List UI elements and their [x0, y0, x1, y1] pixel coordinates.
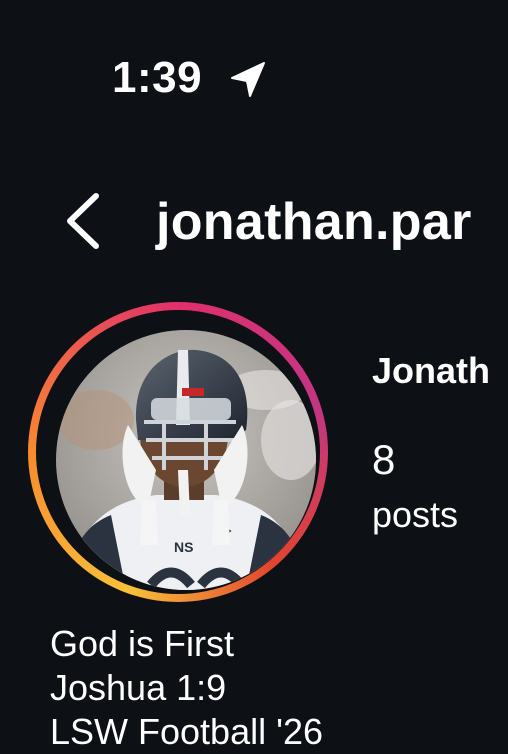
status-bar: 1:39: [0, 0, 508, 150]
avatar[interactable]: NS: [56, 330, 316, 590]
bio: God is First Joshua 1:9 LSW Football '26: [50, 622, 323, 754]
status-time: 1:39: [112, 53, 203, 102]
svg-text:NS: NS: [174, 539, 193, 555]
profile-username: jonathan.par: [156, 193, 472, 251]
bio-line: LSW Football '26: [50, 711, 324, 752]
bio-line: God is First: [50, 623, 235, 664]
story-ring[interactable]: NS: [28, 302, 328, 602]
chevron-left-icon[interactable]: [62, 190, 104, 252]
display-name: Jonath: [372, 350, 491, 391]
nav-bar: jonathan.par: [0, 180, 508, 260]
location-arrow-icon: [231, 62, 265, 97]
avatar-ring-gap: NS: [36, 310, 320, 594]
posts-count[interactable]: 8: [372, 436, 395, 484]
posts-label[interactable]: posts: [372, 494, 458, 536]
bio-line: Joshua 1:9: [50, 667, 227, 708]
